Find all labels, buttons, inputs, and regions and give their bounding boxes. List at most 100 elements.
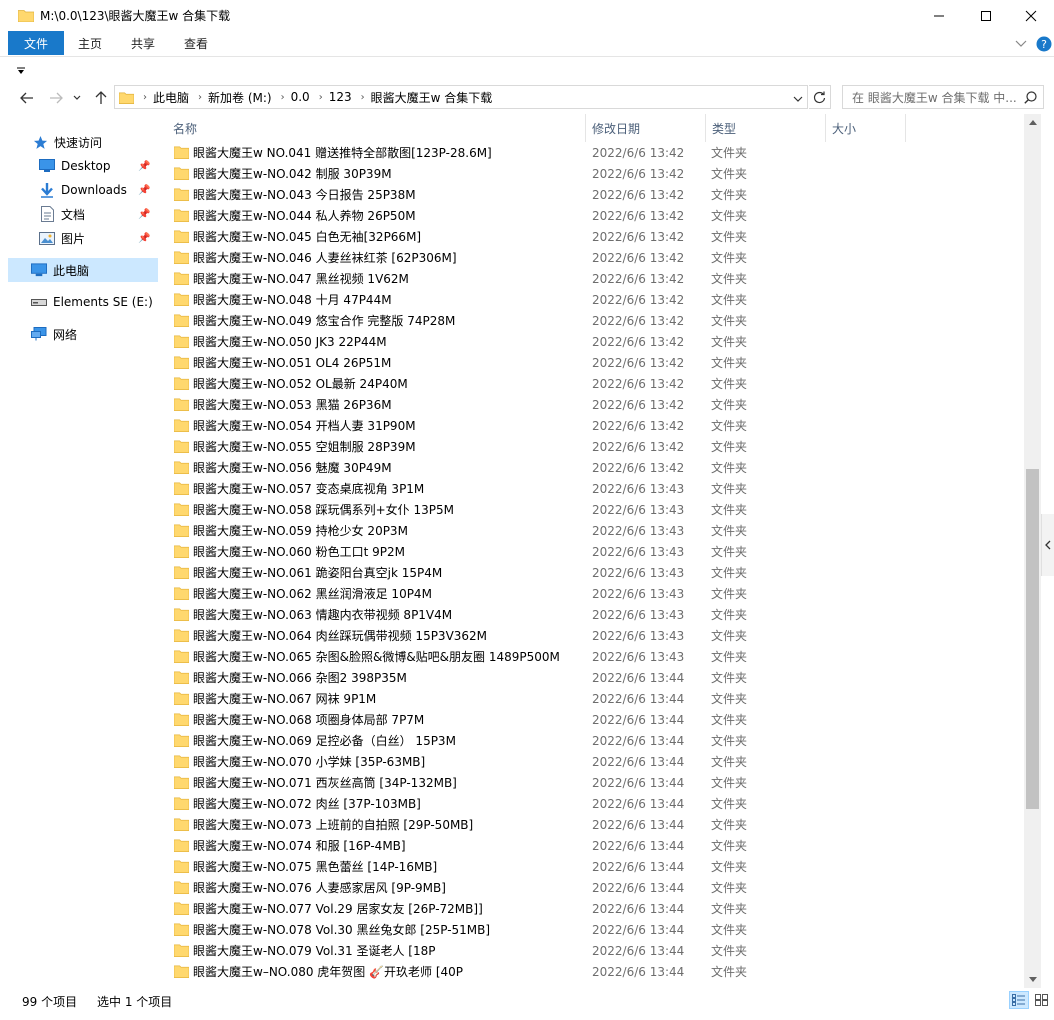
scroll-up-button[interactable] <box>1024 114 1041 131</box>
table-row[interactable]: 眼酱大魔王w-NO.043 今日报告 25P38M 2022/6/6 13:42 文… <box>168 184 903 205</box>
table-row[interactable]: 眼酱大魔王w-NO.058 踩玩偶系列+女仆 13P5M 2022/6/6 13:… <box>168 499 903 520</box>
table-row[interactable]: 眼酱大魔王w-NO.044 私人养物 26P50M 2022/6/6 13:42 文… <box>168 205 903 226</box>
nav-item-downloads[interactable]: Downloads 📌 <box>0 178 157 202</box>
table-row[interactable]: 眼酱大魔王w-NO.076 人妻感家居风 [9P-9MB] 2022/6/6 13… <box>168 877 903 898</box>
table-row[interactable]: 眼酱大魔王w-NO.063 情趣内衣带视频 8P1V4M 2022/6/6 13:… <box>168 604 903 625</box>
table-row[interactable]: 眼酱大魔王w-NO.064 肉丝踩玩偶带视频 15P3V362M 2022/6/6… <box>168 625 903 646</box>
table-row[interactable]: 眼酱大魔王w-NO.047 黑丝视频 1V62M 2022/6/6 13:42 文件… <box>168 268 903 289</box>
nav-quick-access[interactable]: 快速访问 <box>0 130 157 154</box>
table-row[interactable]: 眼酱大魔王w-NO.071 西灰丝高筒 [34P-132MB] 2022/6/6 … <box>168 772 903 793</box>
table-row[interactable]: 眼酱大魔王w-NO.060 粉色工口t 9P2M 2022/6/6 13:43 文件… <box>168 541 903 562</box>
up-button[interactable] <box>91 88 111 108</box>
breadcrumb-folder-0-0[interactable]: 0.0 <box>291 90 310 104</box>
table-row[interactable]: 眼酱大魔王w-NO.075 黑色蕾丝 [14P-16MB] 2022/6/6 13… <box>168 856 903 877</box>
nav-label: 网络 <box>53 327 78 342</box>
table-row[interactable]: 眼酱大魔王w-NO.052 OL最新 24P40M 2022/6/6 13:42 文… <box>168 373 903 394</box>
breadcrumb-current-folder[interactable]: 眼酱大魔王w 合集下载 <box>371 89 493 106</box>
table-row[interactable]: 眼酱大魔王w-NO.059 持枪少女 20P3M 2022/6/6 13:43 文件… <box>168 520 903 541</box>
table-row[interactable]: 眼酱大魔王w–NO.080 虎年贺图 🎸开玖老师 [40P 2022/6/6 13… <box>168 961 903 982</box>
table-row[interactable]: 眼酱大魔王w-NO.056 魅魔 30P49M 2022/6/6 13:42 文件夹 <box>168 457 903 478</box>
table-row[interactable]: 眼酱大魔王w-NO.068 项圈身体局部 7P7M 2022/6/6 13:44 文… <box>168 709 903 730</box>
tab-view[interactable]: 查看 <box>172 31 220 55</box>
folder-icon <box>174 167 189 180</box>
column-name[interactable]: 名称 <box>167 114 586 142</box>
table-row[interactable]: 眼酱大魔王w-NO.069 足控必备（白丝） 15P3M 2022/6/6 13:… <box>168 730 903 751</box>
customize-toolbar-icon[interactable] <box>17 67 25 75</box>
nav-item-pictures[interactable]: 图片 📌 <box>0 226 157 250</box>
table-row[interactable]: 眼酱大魔王w-NO.067 网袜 9P1M 2022/6/6 13:44 文件夹 <box>168 688 903 709</box>
breadcrumb-drive[interactable]: 新加卷 (M:) <box>208 89 272 106</box>
table-row[interactable]: 眼酱大魔王w-NO.049 悠宝合作 完整版 74P28M 2022/6/6 13… <box>168 310 903 331</box>
address-bar[interactable]: › 此电脑 › 新加卷 (M:) › 0.0 › 123 › 眼酱大魔王w 合集… <box>114 85 808 109</box>
pin-icon[interactable]: 📌 <box>138 209 150 220</box>
nav-network[interactable]: 网络 <box>0 322 157 346</box>
tab-file[interactable]: 文件 <box>8 31 64 55</box>
chevron-right-icon[interactable]: › <box>361 92 365 103</box>
scroll-down-button[interactable] <box>1024 971 1041 988</box>
nav-item-desktop[interactable]: Desktop 📌 <box>0 154 157 178</box>
refresh-button[interactable] <box>809 85 831 109</box>
table-row[interactable]: 眼酱大魔王w-NO.065 杂图&脸照&微博&贴吧&朋友圈 1489P500M 2… <box>168 646 903 667</box>
large-icons-view-button[interactable] <box>1031 991 1051 1009</box>
table-row[interactable]: 眼酱大魔王w-NO.053 黑猫 26P36M 2022/6/6 13:42 文件夹 <box>168 394 903 415</box>
details-view-button[interactable] <box>1009 991 1029 1009</box>
back-button[interactable] <box>17 88 37 108</box>
table-row[interactable]: 眼酱大魔王w-NO.057 变态桌底视角 3P1M 2022/6/6 13:43 文… <box>168 478 903 499</box>
vertical-scrollbar[interactable] <box>1024 114 1041 988</box>
window-title: M:\0.0\123\眼酱大魔王w 合集下载 <box>40 9 231 23</box>
column-type[interactable]: 类型 <box>706 114 826 142</box>
file-type: 文件夹 <box>711 881 748 895</box>
close-button[interactable] <box>1008 0 1054 31</box>
help-button[interactable]: ? <box>1036 34 1052 54</box>
file-date: 2022/6/6 13:44 <box>592 733 685 748</box>
recent-locations-button[interactable] <box>70 88 84 108</box>
address-history-button[interactable] <box>793 92 803 106</box>
forward-button[interactable] <box>46 88 66 108</box>
ribbon-expand-button[interactable] <box>1015 34 1027 54</box>
file-type: 文件夹 <box>711 902 748 916</box>
table-row[interactable]: 眼酱大魔王w-NO.074 和服 [16P-4MB] 2022/6/6 13:44… <box>168 835 903 856</box>
tab-share[interactable]: 共享 <box>118 31 168 55</box>
chevron-right-icon[interactable]: › <box>319 92 323 103</box>
chevron-right-icon[interactable]: › <box>198 92 202 103</box>
folder-icon <box>174 965 189 978</box>
nav-item-documents[interactable]: 文档 📌 <box>0 202 157 226</box>
table-row[interactable]: 眼酱大魔王w-NO.046 人妻丝袜红茶 [62P306M] 2022/6/6 1… <box>168 247 903 268</box>
pin-icon[interactable]: 📌 <box>138 185 150 196</box>
table-row[interactable]: 眼酱大魔王w-NO.062 黑丝润滑液足 10P4M 2022/6/6 13:43… <box>168 583 903 604</box>
column-date[interactable]: 修改日期 <box>586 114 706 142</box>
table-row[interactable]: 眼酱大魔王w-NO.042 制服 30P39M 2022/6/6 13:42 文件夹 <box>168 163 903 184</box>
preview-pane-toggle[interactable] <box>1041 514 1054 576</box>
nav-this-pc[interactable]: 此电脑 <box>8 258 158 282</box>
table-row[interactable]: 眼酱大魔王w-NO.050 JK3 22P44M 2022/6/6 13:42 文件… <box>168 331 903 352</box>
table-row[interactable]: 眼酱大魔王w-NO.077 Vol.29 居家女友 [26P-72MB]] 202… <box>168 898 903 919</box>
tab-home[interactable]: 主页 <box>66 31 114 55</box>
search-input[interactable]: 在 眼酱大魔王w 合集下载 中... <box>842 85 1044 109</box>
pin-icon[interactable]: 📌 <box>138 161 150 172</box>
pin-icon[interactable]: 📌 <box>138 233 150 244</box>
table-row[interactable]: 眼酱大魔王w-NO.051 OL4 26P51M 2022/6/6 13:42 文件… <box>168 352 903 373</box>
table-row[interactable]: 眼酱大魔王w-NO.048 十月 47P44M 2022/6/6 13:42 文件夹 <box>168 289 903 310</box>
table-row[interactable]: 眼酱大魔王w-NO.055 空姐制服 28P39M 2022/6/6 13:42 文… <box>168 436 903 457</box>
table-row[interactable]: 眼酱大魔王w-NO.079 Vol.31 圣诞老人 [18P 2022/6/6 1… <box>168 940 903 961</box>
file-date: 2022/6/6 13:42 <box>592 313 685 328</box>
folder-icon <box>174 461 189 474</box>
table-row[interactable]: 眼酱大魔王w-NO.078 Vol.30 黑丝兔女郎 [25P-51MB] 202… <box>168 919 903 940</box>
breadcrumb-this-pc[interactable]: 此电脑 <box>153 89 189 106</box>
table-row[interactable]: 眼酱大魔王w-NO.070 小学妹 [35P-63MB] 2022/6/6 13:… <box>168 751 903 772</box>
table-row[interactable]: 眼酱大魔王w-NO.066 杂图2 398P35M 2022/6/6 13:44 文… <box>168 667 903 688</box>
table-row[interactable]: 眼酱大魔王w-NO.045 白色无袖[32P66M] 2022/6/6 13:42… <box>168 226 903 247</box>
column-size[interactable]: 大小 <box>826 114 906 142</box>
table-row[interactable]: 眼酱大魔王w-NO.072 肉丝 [37P-103MB] 2022/6/6 13:… <box>168 793 903 814</box>
folder-icon <box>174 545 189 558</box>
table-row[interactable]: 眼酱大魔王w-NO.061 跪姿阳台真空jk 15P4M 2022/6/6 13:… <box>168 562 903 583</box>
chevron-right-icon[interactable]: › <box>281 92 285 103</box>
minimize-button[interactable] <box>916 0 962 31</box>
maximize-button[interactable] <box>963 0 1009 31</box>
nav-drive-elements[interactable]: Elements SE (E:) <box>0 290 157 314</box>
scroll-thumb[interactable] <box>1026 469 1039 809</box>
breadcrumb-folder-123[interactable]: 123 <box>329 90 352 104</box>
table-row[interactable]: 眼酱大魔王w NO.041 赠送推特全部散图[123P-28.6M] 2022/6… <box>168 142 903 163</box>
table-row[interactable]: 眼酱大魔王w-NO.073 上班前的自拍照 [29P-50MB] 2022/6/6… <box>168 814 903 835</box>
table-row[interactable]: 眼酱大魔王w-NO.054 开档人妻 31P90M 2022/6/6 13:42 文… <box>168 415 903 436</box>
